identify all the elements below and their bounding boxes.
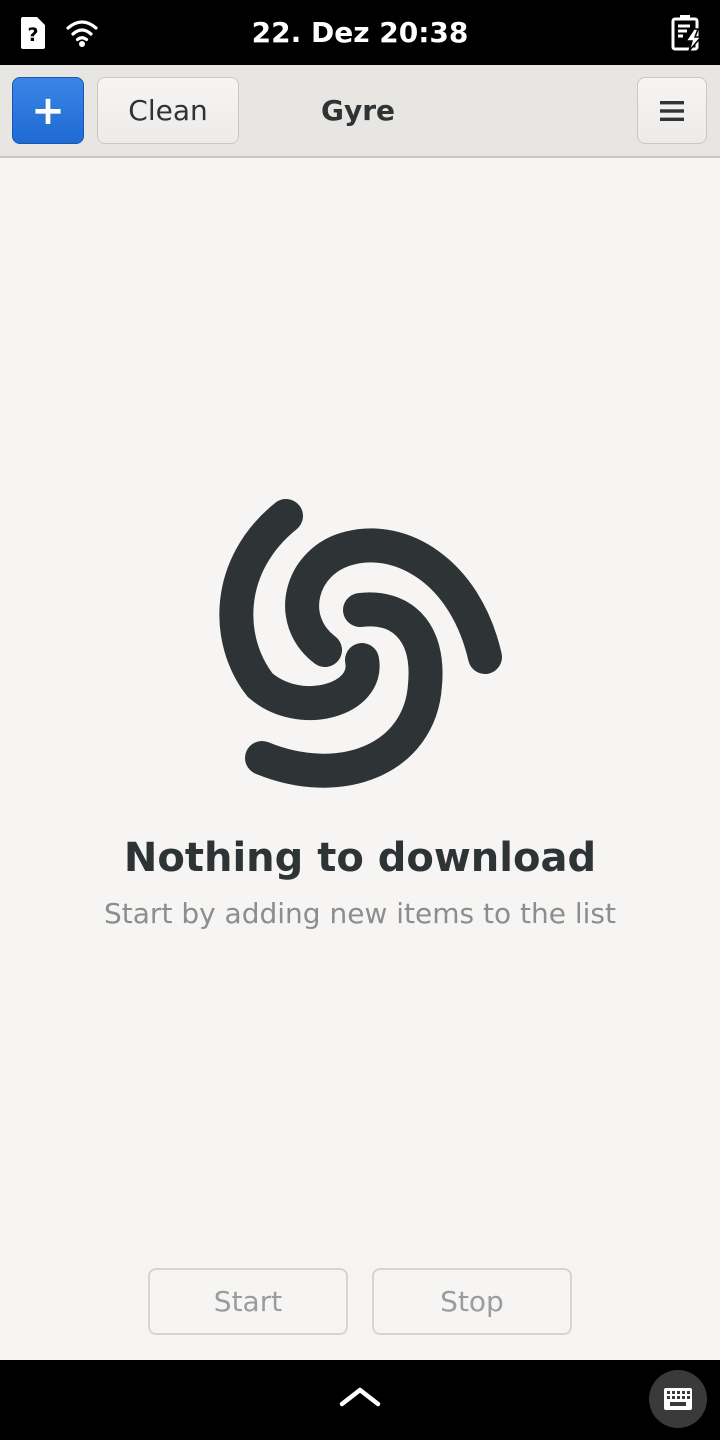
hamburger-menu-icon <box>660 100 684 121</box>
battery-charging-icon <box>671 15 702 52</box>
clean-button[interactable]: Clean <box>97 77 239 144</box>
main-menu-button[interactable] <box>637 77 707 144</box>
gyre-spiral-icon <box>219 499 502 788</box>
phone-screen: ? 22. Dez 20:38 + Clean Gyre Nothing to … <box>0 0 720 1440</box>
add-download-button[interactable]: + <box>12 77 84 144</box>
clock: 22. Dez 20:38 <box>251 16 469 49</box>
empty-state-subtitle: Start by adding new items to the list <box>104 897 616 930</box>
main-content: Nothing to download Start by adding new … <box>0 158 720 1360</box>
keyboard-icon <box>664 1388 692 1410</box>
stop-button[interactable]: Stop <box>372 1268 572 1335</box>
keyboard-toggle-button[interactable] <box>649 1370 707 1428</box>
header-bar: + Clean Gyre <box>0 65 720 158</box>
status-bar: ? 22. Dez 20:38 <box>0 0 720 65</box>
window-title: Gyre <box>320 94 396 127</box>
chevron-up-icon[interactable] <box>338 1384 382 1408</box>
empty-state-title: Nothing to download <box>123 835 597 881</box>
start-button[interactable]: Start <box>148 1268 348 1335</box>
bottom-bar <box>0 1360 720 1440</box>
